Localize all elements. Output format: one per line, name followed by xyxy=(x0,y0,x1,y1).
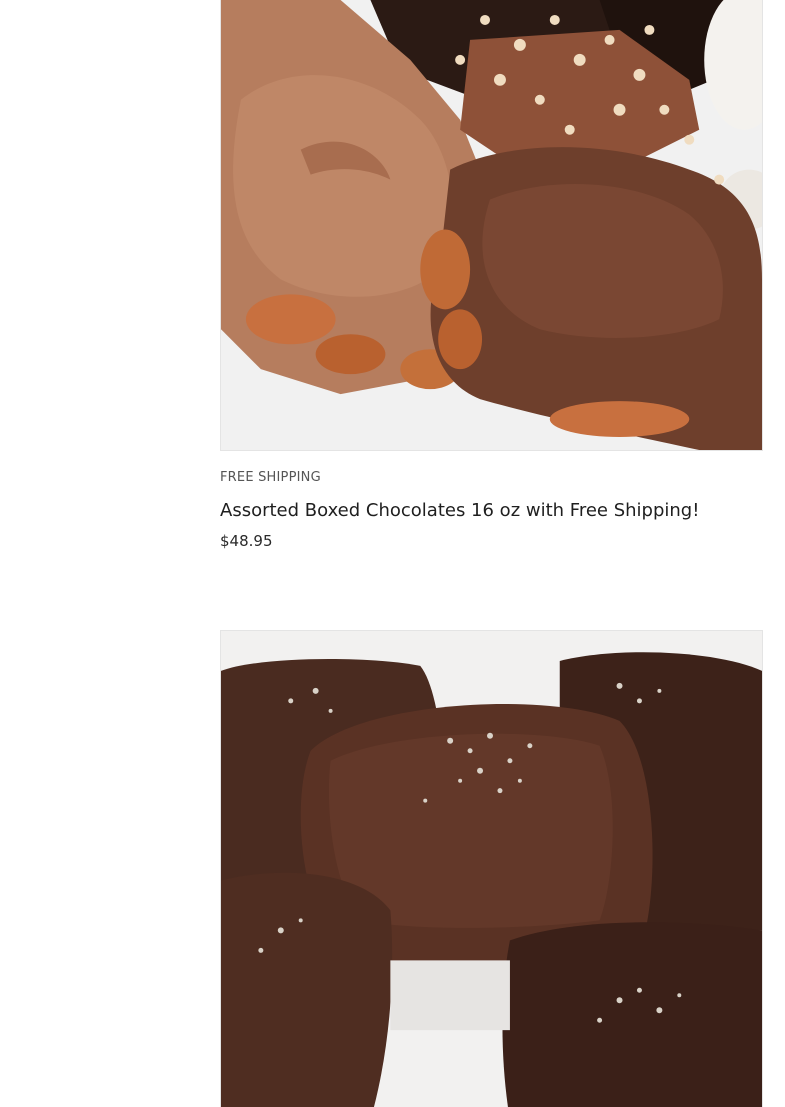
product-card xyxy=(220,630,763,1107)
product-title-link[interactable]: Assorted Boxed Chocolates 16 oz with Fre… xyxy=(220,499,699,523)
sea-salt-caramels-image xyxy=(221,631,762,1107)
product-image-link[interactable] xyxy=(220,0,763,451)
free-shipping-badge: FREE SHIPPING xyxy=(220,470,321,485)
product-grid-page: FREE SHIPPING Assorted Boxed Chocolates … xyxy=(0,0,785,1107)
product-card: FREE SHIPPING Assorted Boxed Chocolates … xyxy=(220,0,763,551)
product-price: $48.95 xyxy=(220,532,273,550)
turtles-chocolate-image xyxy=(221,0,762,450)
product-image-link[interactable] xyxy=(220,630,763,1107)
